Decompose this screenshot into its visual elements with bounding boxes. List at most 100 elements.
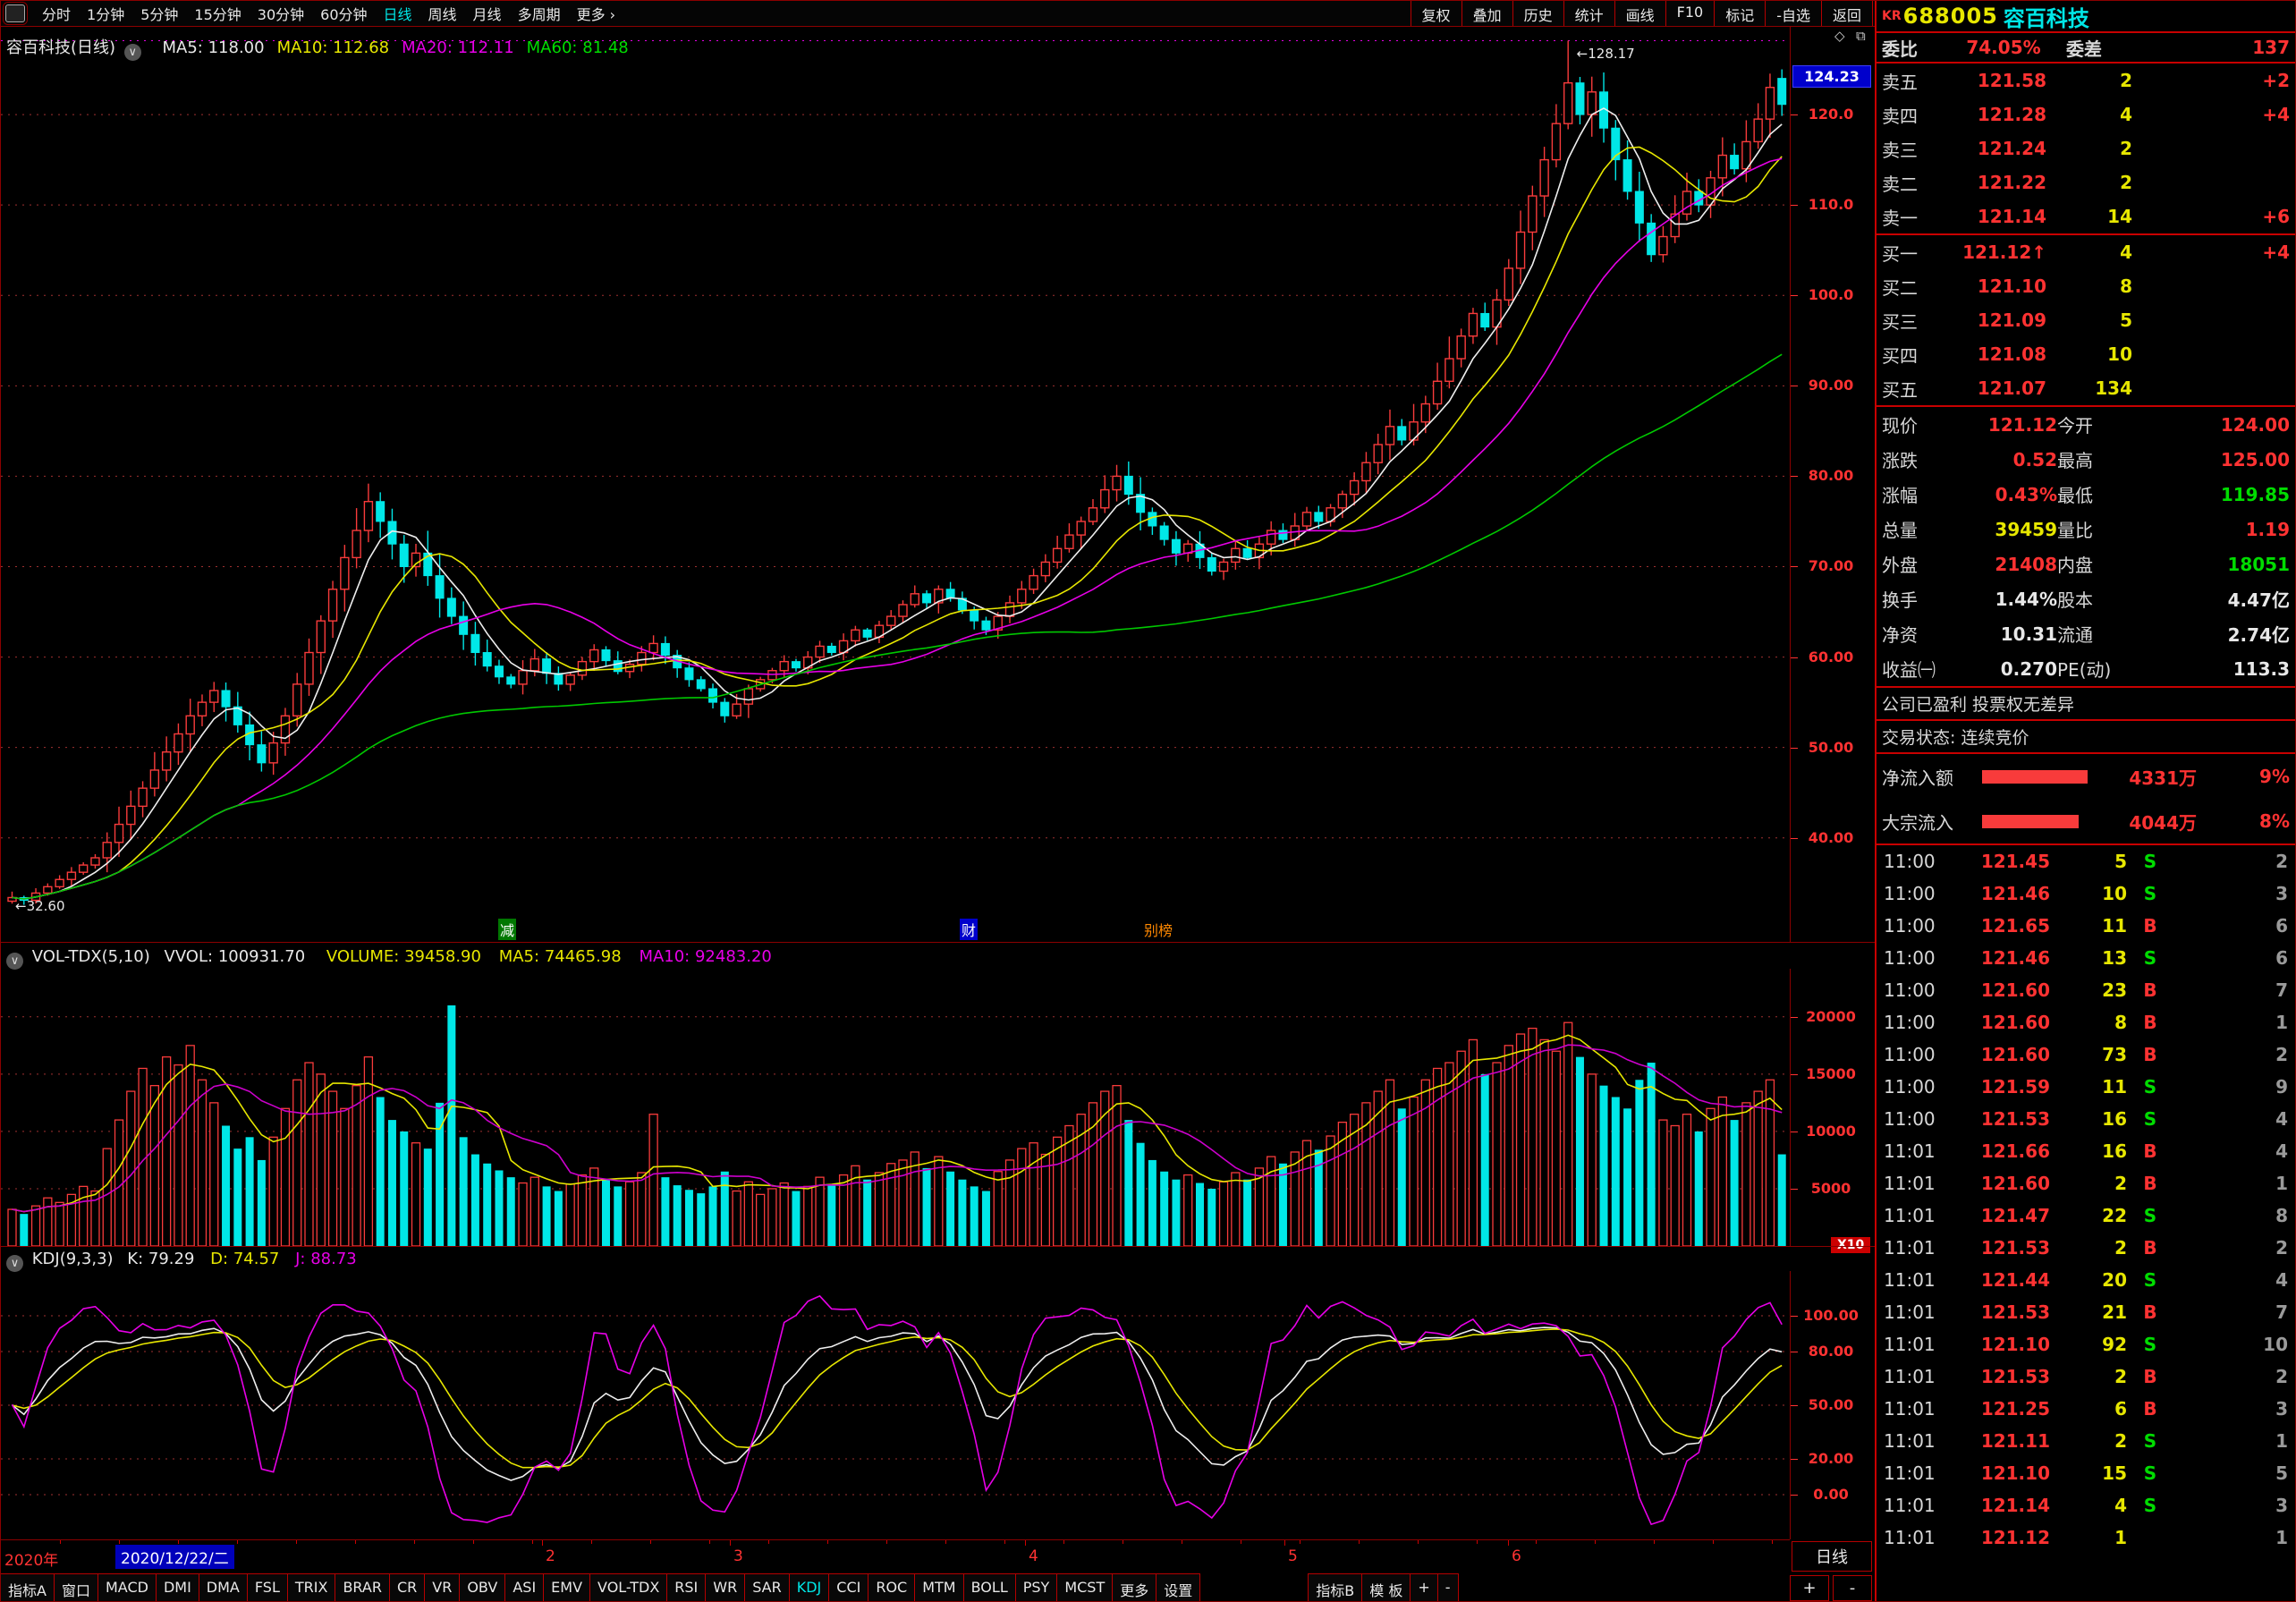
toolbar-button-历史[interactable]: 历史: [1512, 1, 1563, 26]
indicator-button-RSI[interactable]: RSI: [666, 1573, 706, 1602]
tick-row[interactable]: 11:01121.5321B7: [1877, 1296, 2296, 1328]
period-tab-日线[interactable]: 日线: [384, 6, 412, 23]
indicator-button-FSL[interactable]: FSL: [247, 1573, 288, 1602]
toolbar-button-F10[interactable]: F10: [1665, 1, 1715, 26]
indicator-button-KDJ[interactable]: KDJ: [789, 1573, 830, 1602]
tick-row[interactable]: 11:01121.1092S10: [1877, 1328, 2296, 1360]
indicator-button-+[interactable]: +: [1410, 1573, 1437, 1602]
toolbar-button-统计[interactable]: 统计: [1563, 1, 1614, 26]
tick-row[interactable]: 11:00121.6023B7: [1877, 974, 2296, 1006]
indicator-button-VR[interactable]: VR: [424, 1573, 460, 1602]
indicator-button-BRAR[interactable]: BRAR: [335, 1573, 390, 1602]
tick-row[interactable]: 11:00121.5911S9: [1877, 1071, 2296, 1103]
candlestick-chart[interactable]: [1, 26, 1790, 942]
vol-bar-up: [1742, 1103, 1750, 1246]
candle-up: [733, 704, 741, 716]
indicator-button-WR[interactable]: WR: [705, 1573, 745, 1602]
indicator-button-DMI[interactable]: DMI: [156, 1573, 199, 1602]
toolbar-button-标记[interactable]: 标记: [1714, 1, 1765, 26]
indicator-button-OBV[interactable]: OBV: [459, 1573, 505, 1602]
indicator-button-TRIX[interactable]: TRIX: [287, 1573, 336, 1602]
windows-icon[interactable]: ⧉: [1856, 28, 1866, 44]
date-axis[interactable]: 2020年 2020/12/22/二 23456: [1, 1539, 1790, 1575]
indicator-button-CR[interactable]: CR: [389, 1573, 425, 1602]
indicator-button-ASI[interactable]: ASI: [504, 1573, 544, 1602]
indicator-button-MCST[interactable]: MCST: [1056, 1573, 1113, 1602]
indicator-button-DMA[interactable]: DMA: [199, 1573, 248, 1602]
indicator-button-SAR[interactable]: SAR: [744, 1573, 790, 1602]
indicator-button-BOLL[interactable]: BOLL: [963, 1573, 1016, 1602]
tick-row[interactable]: 11:01121.602B1: [1877, 1167, 2296, 1199]
period-indicator[interactable]: 日线: [1792, 1541, 1872, 1572]
volume-chart[interactable]: [1, 969, 1790, 1246]
toolbar-button-画线[interactable]: 画线: [1614, 1, 1665, 26]
diamond-icon[interactable]: ◇: [1834, 28, 1845, 44]
minor-tick: [1004, 1540, 1005, 1544]
indicator-button-MTM[interactable]: MTM: [914, 1573, 963, 1602]
toolbar-button-返回[interactable]: 返回: [1821, 1, 1873, 26]
tick-row[interactable]: 11:00121.608B1: [1877, 1006, 2296, 1038]
period-tab-30分钟[interactable]: 30分钟: [258, 6, 304, 23]
indicator-button--[interactable]: -: [1437, 1573, 1459, 1602]
indicator-button-MACD[interactable]: MACD: [97, 1573, 157, 1602]
info-value: 119.85: [2143, 484, 2290, 505]
toolbar-button-复权[interactable]: 复权: [1411, 1, 1461, 26]
period-tab-月线[interactable]: 月线: [473, 6, 502, 23]
chevron-down-icon[interactable]: ∨: [6, 953, 23, 970]
indicator-button-更多[interactable]: 更多: [1112, 1573, 1156, 1602]
tick-row[interactable]: 11:01121.532B2: [1877, 1232, 2296, 1264]
indicator-button-设置[interactable]: 设置: [1156, 1573, 1200, 1602]
tick-row[interactable]: 11:01121.144S3: [1877, 1489, 2296, 1521]
indicator-button-模 板[interactable]: 模 板: [1361, 1573, 1411, 1602]
candle-up: [1220, 562, 1228, 571]
event-marker-减[interactable]: 减: [498, 919, 516, 940]
indicator-button-ROC[interactable]: ROC: [868, 1573, 915, 1602]
tick-row[interactable]: 11:00121.5316S4: [1877, 1103, 2296, 1135]
chevron-down-icon[interactable]: ∨: [124, 44, 141, 61]
event-marker-财[interactable]: 财: [960, 919, 978, 940]
tick-trade-list[interactable]: 11:00121.455S211:00121.4610S311:00121.65…: [1877, 843, 2296, 1554]
indicator-button-指标B[interactable]: 指标B: [1308, 1573, 1362, 1602]
period-tab-60分钟[interactable]: 60分钟: [320, 6, 367, 23]
candle-up: [67, 872, 75, 879]
tick-row[interactable]: 11:00121.455S2: [1877, 845, 2296, 877]
period-tab-15分钟[interactable]: 15分钟: [194, 6, 241, 23]
period-tab-周线[interactable]: 周线: [428, 6, 457, 23]
flow-percent: 8%: [2197, 810, 2290, 832]
candle-down: [1172, 539, 1180, 553]
tick-row[interactable]: 11:01121.4420S4: [1877, 1264, 2296, 1296]
indicator-button-指标A[interactable]: 指标A: [0, 1573, 55, 1602]
tick-row[interactable]: 11:00121.6073B2: [1877, 1038, 2296, 1071]
toolbar-button--自选[interactable]: -自选: [1765, 1, 1821, 26]
window-icon[interactable]: [5, 4, 25, 22]
indicator-button-CCI[interactable]: CCI: [828, 1573, 868, 1602]
tick-row[interactable]: 11:01121.256B3: [1877, 1393, 2296, 1425]
indicator-button-VOL-TDX[interactable]: VOL-TDX: [589, 1573, 667, 1602]
tick-row[interactable]: 11:01121.1211: [1877, 1521, 2296, 1554]
period-tab-更多 ›[interactable]: 更多 ›: [577, 6, 616, 23]
info-label: 涨跌: [1882, 446, 1957, 472]
period-tab-分时[interactable]: 分时: [42, 6, 71, 23]
chevron-down-icon[interactable]: ∨: [6, 1255, 23, 1272]
tick-row[interactable]: 11:01121.6616B4: [1877, 1135, 2296, 1167]
tick-row[interactable]: 11:01121.532B2: [1877, 1360, 2296, 1393]
toolbar-button-叠加[interactable]: 叠加: [1461, 1, 1512, 26]
vol-bar-down: [233, 1149, 241, 1246]
tick-row[interactable]: 11:00121.4613S6: [1877, 942, 2296, 974]
period-tab-多周期[interactable]: 多周期: [518, 6, 561, 23]
tick-row[interactable]: 11:01121.1015S5: [1877, 1457, 2296, 1489]
candle-down: [1124, 476, 1132, 494]
tick-row[interactable]: 11:01121.112S1: [1877, 1425, 2296, 1457]
indicator-button-PSY[interactable]: PSY: [1015, 1573, 1058, 1602]
indicator-button-窗口[interactable]: 窗口: [54, 1573, 98, 1602]
kdj-chart[interactable]: [1, 1271, 1790, 1539]
period-tab-1分钟[interactable]: 1分钟: [87, 6, 124, 23]
tick-row[interactable]: 11:00121.6511B6: [1877, 910, 2296, 942]
tick-row[interactable]: 11:00121.4610S3: [1877, 877, 2296, 910]
zoom-out-button[interactable]: -: [1833, 1575, 1872, 1601]
zoom-in-button[interactable]: +: [1790, 1575, 1829, 1601]
event-marker-别榜[interactable]: 别榜: [1142, 919, 1174, 940]
period-tab-5分钟[interactable]: 5分钟: [140, 6, 178, 23]
tick-row[interactable]: 11:01121.4722S8: [1877, 1199, 2296, 1232]
indicator-button-EMV[interactable]: EMV: [543, 1573, 590, 1602]
